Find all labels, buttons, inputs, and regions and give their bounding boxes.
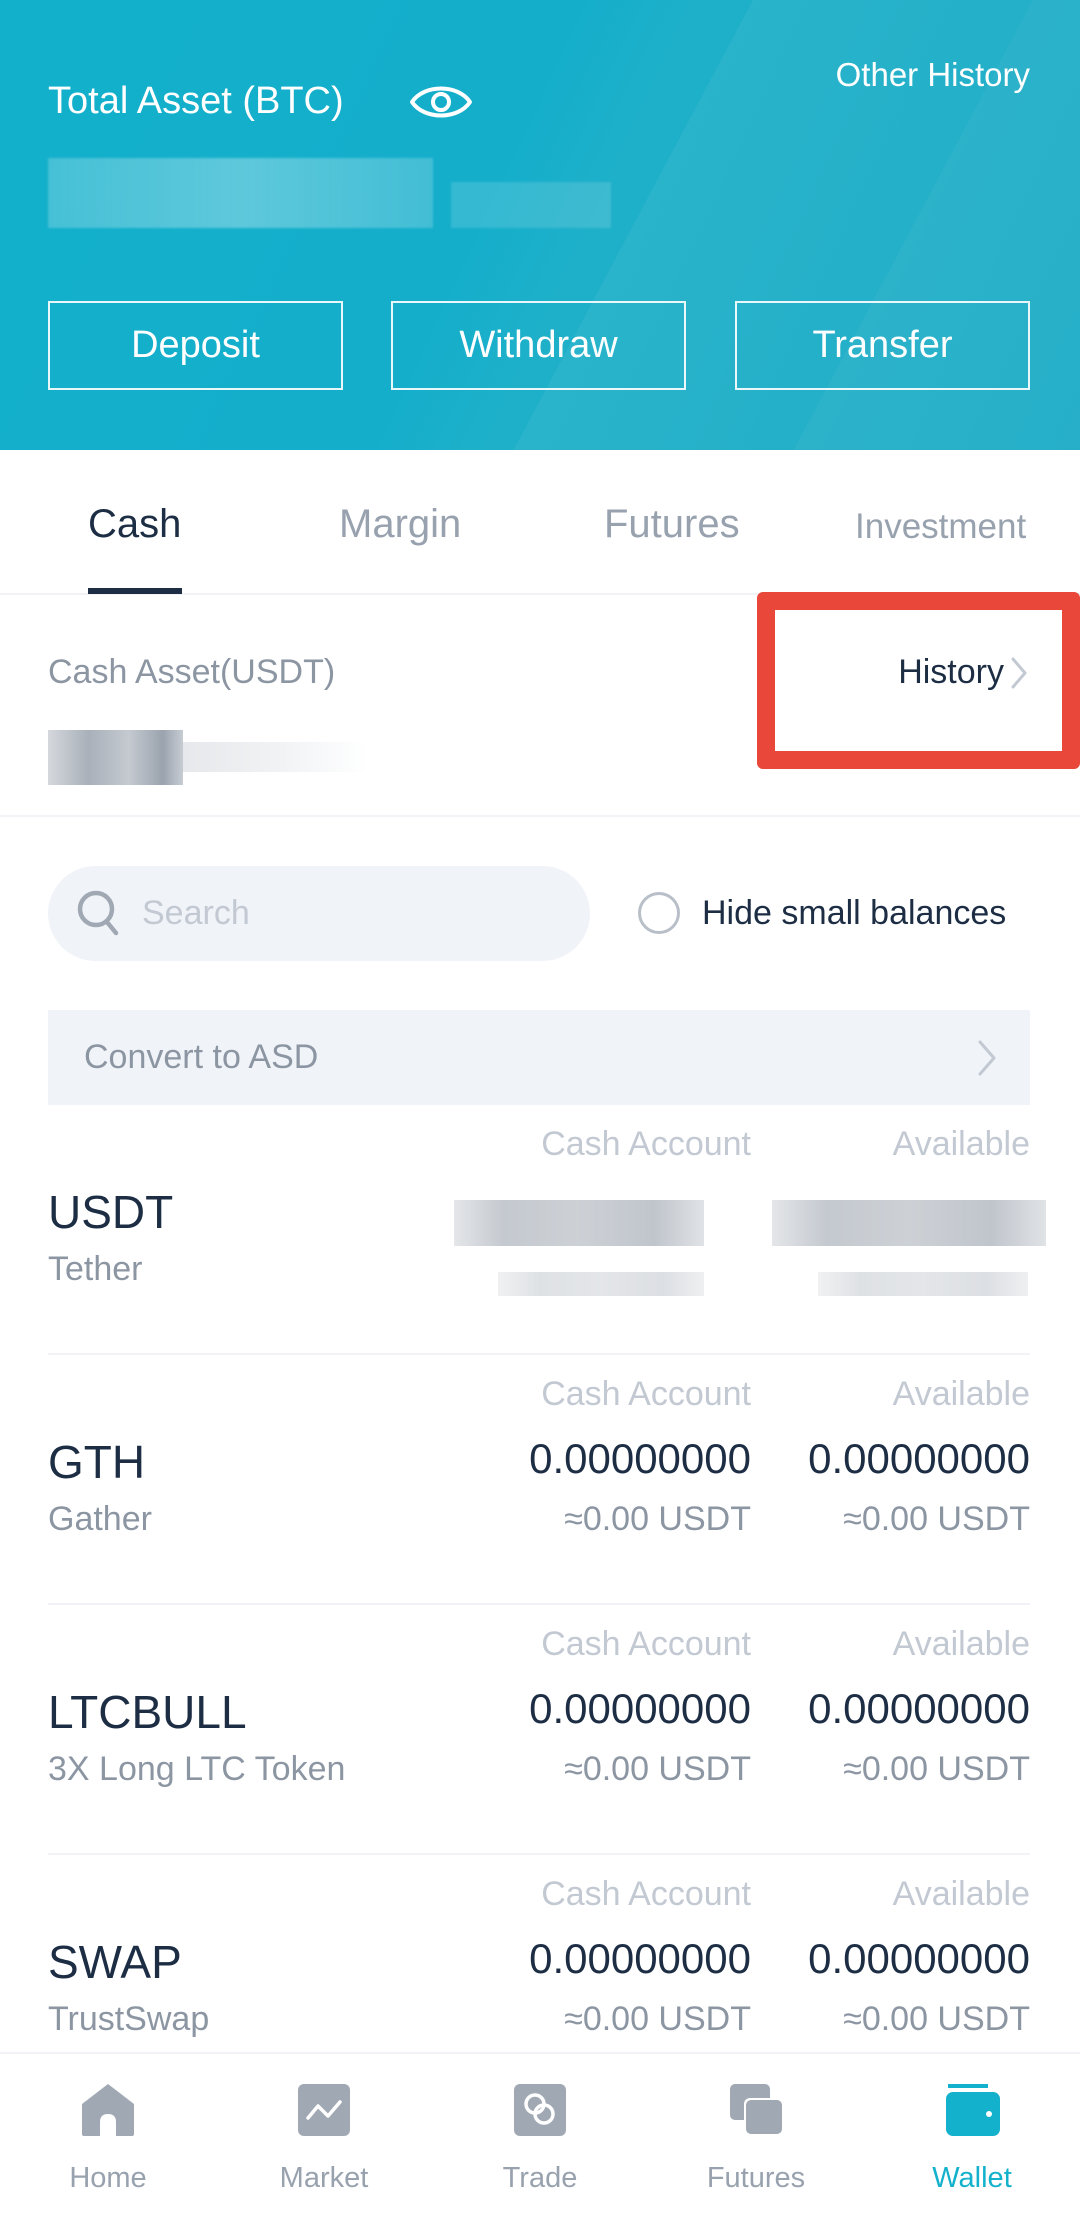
nav-home-label: Home xyxy=(69,2162,147,2194)
available-value-redacted xyxy=(772,1200,1046,1246)
cash-asset-summary: Cash Asset(USDT) History xyxy=(0,595,1080,817)
nav-trade[interactable]: Trade xyxy=(432,2054,648,2215)
cash-account-usdt-redacted xyxy=(498,1272,704,1296)
available-header: Available xyxy=(892,1875,1030,1913)
nav-wallet[interactable]: Wallet xyxy=(864,2054,1080,2215)
cash-account-header: Cash Account xyxy=(541,1375,751,1413)
available-usdt: ≈0.00 USDT xyxy=(843,1750,1030,1788)
nav-market[interactable]: Market xyxy=(216,2054,432,2215)
cash-account-header: Cash Account xyxy=(541,1125,751,1163)
eye-icon[interactable] xyxy=(408,80,474,124)
nav-futures[interactable]: Futures xyxy=(648,2054,864,2215)
convert-to-asd-label: Convert to ASD xyxy=(84,1038,319,1076)
nav-home[interactable]: Home xyxy=(0,2054,216,2215)
cash-account-header: Cash Account xyxy=(541,1875,751,1913)
convert-to-asd-row[interactable]: Convert to ASD xyxy=(48,1010,1030,1105)
bottom-navigation: Home Market Trade Futures Wallet xyxy=(0,2052,1080,2215)
history-link[interactable]: History xyxy=(898,653,1028,692)
search-field[interactable] xyxy=(48,866,590,961)
cash-asset-value-redacted xyxy=(48,730,368,785)
wallet-icon xyxy=(946,2084,1000,2136)
asset-symbol: LTCBULL xyxy=(48,1686,247,1738)
nav-market-label: Market xyxy=(279,2162,369,2194)
redacted-block xyxy=(48,730,183,785)
available-header: Available xyxy=(892,1625,1030,1663)
search-icon xyxy=(77,890,119,935)
cash-account-value-redacted xyxy=(454,1200,704,1246)
chevron-right-icon xyxy=(1011,657,1027,688)
available-header: Available xyxy=(892,1375,1030,1413)
available-value: 0.00000000 xyxy=(808,1935,1030,1982)
total-asset-value-redacted xyxy=(48,158,613,228)
asset-row-gth[interactable]: Cash Account Available GTH Gather 0.0000… xyxy=(48,1355,1030,1605)
asset-name: Gather xyxy=(48,1500,152,1538)
available-usdt: ≈0.00 USDT xyxy=(843,2000,1030,2038)
hide-small-balances-toggle[interactable]: Hide small balances xyxy=(638,892,1006,934)
asset-symbol: USDT xyxy=(48,1186,174,1238)
available-header: Available xyxy=(892,1125,1030,1163)
total-asset-label: Total Asset (BTC) xyxy=(48,80,344,122)
tab-margin[interactable]: Margin xyxy=(339,502,461,547)
redacted-block xyxy=(451,182,611,228)
history-label: History xyxy=(898,653,1004,691)
asset-row-usdt[interactable]: Cash Account Available USDT Tether xyxy=(48,1105,1046,1355)
nav-wallet-label: Wallet xyxy=(932,2162,1012,2194)
cash-account-value: 0.00000000 xyxy=(529,1435,751,1482)
deposit-button[interactable]: Deposit xyxy=(48,301,343,390)
cash-account-usdt: ≈0.00 USDT xyxy=(564,2000,751,2038)
available-value: 0.00000000 xyxy=(808,1435,1030,1482)
tab-futures[interactable]: Futures xyxy=(604,502,740,547)
wallet-header: Other History Total Asset (BTC) Deposit … xyxy=(0,0,1080,450)
asset-name: TrustSwap xyxy=(48,2000,210,2038)
cash-asset-label: Cash Asset(USDT) xyxy=(48,653,336,691)
market-chart-icon xyxy=(298,2084,350,2136)
account-tabs: Cash Margin Futures Investment xyxy=(0,450,1080,595)
available-usdt: ≈0.00 USDT xyxy=(843,1500,1030,1538)
nav-futures-label: Futures xyxy=(706,2162,806,2194)
search-input[interactable] xyxy=(142,894,562,933)
other-history-link[interactable]: Other History xyxy=(836,56,1030,94)
transfer-button[interactable]: Transfer xyxy=(735,301,1030,390)
cash-account-header: Cash Account xyxy=(541,1625,751,1663)
hide-small-balances-checkbox[interactable] xyxy=(638,892,680,934)
home-icon xyxy=(82,2084,134,2136)
asset-name: 3X Long LTC Token xyxy=(48,1750,346,1788)
cash-account-value: 0.00000000 xyxy=(529,1685,751,1732)
cash-account-usdt: ≈0.00 USDT xyxy=(564,1500,751,1538)
trade-rings-icon xyxy=(514,2084,566,2136)
chevron-right-icon xyxy=(978,1040,996,1075)
asset-name: Tether xyxy=(48,1250,143,1288)
asset-row-ltcbull[interactable]: Cash Account Available LTCBULL 3X Long L… xyxy=(48,1605,1030,1855)
hide-small-balances-label: Hide small balances xyxy=(702,893,1007,932)
redacted-block xyxy=(183,742,368,772)
redacted-block xyxy=(48,158,433,228)
active-tab-indicator xyxy=(88,588,182,594)
asset-symbol: SWAP xyxy=(48,1936,182,1988)
available-value: 0.00000000 xyxy=(808,1685,1030,1732)
tab-investment[interactable]: Investment xyxy=(855,507,1026,547)
futures-cards-icon xyxy=(730,2084,784,2136)
available-usdt-redacted xyxy=(818,1272,1028,1296)
cash-account-value: 0.00000000 xyxy=(529,1935,751,1982)
asset-symbol: GTH xyxy=(48,1436,146,1488)
nav-trade-label: Trade xyxy=(502,2162,578,2194)
tab-cash[interactable]: Cash xyxy=(88,502,181,547)
withdraw-button[interactable]: Withdraw xyxy=(391,301,686,390)
cash-account-usdt: ≈0.00 USDT xyxy=(564,1750,751,1788)
